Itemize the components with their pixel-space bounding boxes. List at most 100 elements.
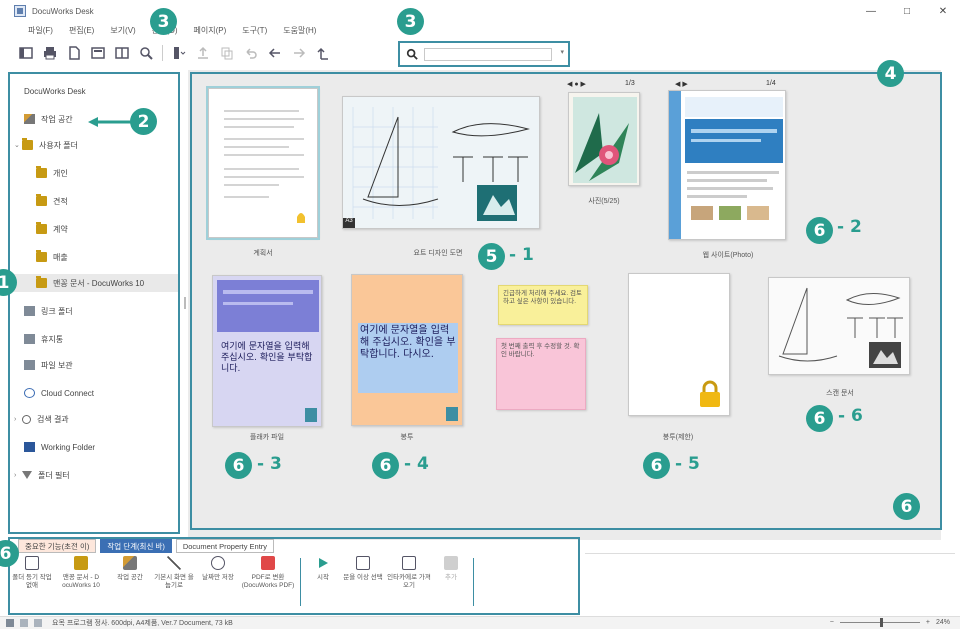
folder-icon <box>36 276 47 288</box>
tree-item-folder-filter[interactable]: › 폴더 필터 <box>10 466 178 484</box>
ribbon-button-import[interactable]: 인타카에로 가져오기 <box>385 556 433 590</box>
document-thumbnail[interactable] <box>206 86 320 240</box>
document-thumbnail[interactable] <box>628 273 730 416</box>
tree-item-estimate[interactable]: 견적 <box>10 192 178 210</box>
tree-item-working-folder[interactable]: Working Folder <box>10 438 178 456</box>
tree-item-sample-docs[interactable]: 맨꽁 문서 - DocuWorks 10 <box>10 274 178 292</box>
sticky-note-text: 긴급하게 처리해 주세요. 검토하고 싶은 사항이 있습니다. <box>503 290 582 305</box>
tree-item-label: 링크 폴더 <box>41 306 73 316</box>
menu-view[interactable]: 보기(V) <box>104 25 141 36</box>
tree-item-label: Cloud Connect <box>41 388 94 398</box>
view-mode-icon[interactable] <box>20 619 28 627</box>
close-button[interactable]: ✕ <box>936 4 950 18</box>
document-thumbnail[interactable]: A3 <box>342 96 540 229</box>
chevron-down-icon[interactable]: ▾ <box>560 48 564 56</box>
folder-icon <box>74 556 88 570</box>
ribbon-button-workspace[interactable]: 작업 공간 <box>108 556 152 582</box>
zoom-in-icon[interactable]: + <box>926 619 930 626</box>
menu-tools[interactable]: 도구(T) <box>236 25 273 36</box>
annotation-marker: 6 <box>806 405 833 432</box>
select-icon <box>356 556 370 570</box>
tree-item-sales[interactable]: 매출 <box>10 248 178 266</box>
annotation-marker: 6 <box>643 452 670 479</box>
tree-item-cloud-connect[interactable]: Cloud Connect <box>10 384 178 402</box>
menu-file[interactable]: 파일(F) <box>22 25 59 36</box>
ribbon-toolbar: 폴더 등기 작업 없애 맨꽁 문서 - D ocuWorks 10 작업 공간 … <box>10 556 478 612</box>
document-thumbnail[interactable] <box>768 277 910 375</box>
menu-help[interactable]: 도움말(H) <box>277 25 322 36</box>
ribbon-button-folder-register[interactable]: 폴더 등기 작업 없애 <box>10 556 54 590</box>
chevron-right-icon[interactable]: › <box>14 416 22 423</box>
ribbon-button-save-date[interactable]: 날짜만 저장 <box>196 556 240 582</box>
ribbon-button-default-view[interactable]: 기본시 화면 을 눕기로 <box>152 556 196 590</box>
minimize-button[interactable]: — <box>864 4 878 18</box>
tree-item-label: 휴지통 <box>41 334 64 344</box>
annotation-marker: 6 <box>806 217 833 244</box>
tree-item-personal[interactable]: 개인 <box>10 164 178 182</box>
ribbon-button-label: 인타카에로 가져오기 <box>387 574 431 589</box>
up-level-icon[interactable] <box>315 45 331 61</box>
search-icon[interactable] <box>406 48 418 62</box>
menu-edit[interactable]: 편집(E) <box>63 25 100 36</box>
zoom-icon[interactable] <box>138 45 154 61</box>
folder-tree-panel: DocuWorks Desk 작업 공간 ⌄ 사용자 폴더 개인 견적 계약 매… <box>8 72 180 534</box>
status-text: 요목 프로그램 정사. 600dpi, A4제품, Ver.7 Document… <box>52 620 233 627</box>
ribbon-button-pdf-convert[interactable]: PDF로 변환(DocuWorks PDF) <box>240 556 296 590</box>
back-arrow-icon[interactable] <box>267 45 283 61</box>
tree-item-label: 계약 <box>53 224 68 234</box>
view-icon[interactable] <box>90 45 106 61</box>
stack-navigator[interactable]: ◀ ● ▶ <box>567 80 586 88</box>
search-input[interactable] <box>424 48 552 61</box>
stack-icon[interactable] <box>171 45 187 61</box>
tree-item-label: 매출 <box>53 252 68 262</box>
tree-item-contract[interactable]: 계약 <box>10 220 178 238</box>
document-thumbnail[interactable] <box>568 92 640 186</box>
upload-icon <box>195 45 211 61</box>
maximize-button[interactable]: □ <box>900 4 914 18</box>
tab-important-features[interactable]: 중요한 기능(초전 이) <box>18 539 97 553</box>
folder-icon <box>36 194 47 206</box>
ribbon-button-label: 문을 이상 선택 <box>343 574 383 581</box>
document-thumbnail[interactable]: 여기에 문자열을 입력해 주십시오. 확인을 부탁합니다. <box>212 275 322 427</box>
zoom-slider-thumb[interactable] <box>879 618 883 627</box>
document-thumbnail[interactable] <box>668 90 786 240</box>
menu-bar: 파일(F) 편집(E) 보기(V) 문서(D) 페이지(P) 도구(T) 도움말… <box>0 22 960 38</box>
tab-document-property-entry[interactable]: Document Property Entry <box>175 539 275 553</box>
tree-item-link-folder[interactable]: 링크 폴더 <box>10 302 178 320</box>
zoom-slider[interactable] <box>839 618 920 627</box>
ribbon-button-sample-docs[interactable]: 맨꽁 문서 - D ocuWorks 10 <box>54 556 108 590</box>
tree-item-archive[interactable]: 파일 보관 <box>10 356 178 374</box>
ribbon-button-add: 추가 <box>433 556 469 582</box>
sticky-note[interactable]: 첫 번째 출력 후 수정할 것. 확인 바랍니다. <box>496 338 586 410</box>
tree-item-search-results[interactable]: › 검색 결과 <box>10 410 178 428</box>
ribbon-button-label: 날짜만 저장 <box>202 574 234 581</box>
document-thumbnail[interactable]: 여기에 문자열을 입력해 주십시오. 확인을 부탁합니다. 다시오. <box>351 274 463 426</box>
tree-item-user-folder[interactable]: ⌄ 사용자 폴더 <box>10 136 178 154</box>
zoom-out-icon[interactable]: − <box>830 619 834 626</box>
view-mode-icon[interactable] <box>34 619 42 627</box>
tree-item-trash[interactable]: 휴지통 <box>10 330 178 348</box>
ribbon-button-start[interactable]: 시작 <box>305 556 341 582</box>
document-caption: 플래카 파일 <box>249 434 285 441</box>
document-caption: 봉투(제한) <box>662 434 694 441</box>
word-icon <box>24 442 35 452</box>
print-icon[interactable] <box>42 45 58 61</box>
add-icon <box>444 556 458 570</box>
sticky-note[interactable]: 긴급하게 처리해 주세요. 검토하고 싶은 사항이 있습니다. <box>498 285 588 325</box>
menu-page[interactable]: 페이지(P) <box>188 25 233 36</box>
tab-work-steps[interactable]: 작업 단계(최신 바) <box>100 539 172 553</box>
stack-navigator[interactable]: ◀ ▶ <box>675 80 688 88</box>
chevron-right-icon[interactable]: › <box>14 472 22 479</box>
annotation-marker: 5 <box>478 243 505 270</box>
split-view-icon[interactable] <box>114 45 130 61</box>
new-document-icon[interactable] <box>66 45 82 61</box>
app-icon <box>14 5 26 17</box>
ribbon-button-select-more[interactable]: 문을 이상 선택 <box>341 556 385 582</box>
tree-root[interactable]: DocuWorks Desk <box>10 82 178 100</box>
chevron-down-icon[interactable]: ⌄ <box>14 141 22 149</box>
view-mode-icon[interactable] <box>6 619 14 627</box>
annotation-marker: 6 <box>225 452 252 479</box>
search-box: ▾ <box>398 41 570 67</box>
panel-toggle-icon[interactable] <box>18 45 34 61</box>
ribbon-button-label: 폴더 등기 작업 없애 <box>12 574 52 589</box>
